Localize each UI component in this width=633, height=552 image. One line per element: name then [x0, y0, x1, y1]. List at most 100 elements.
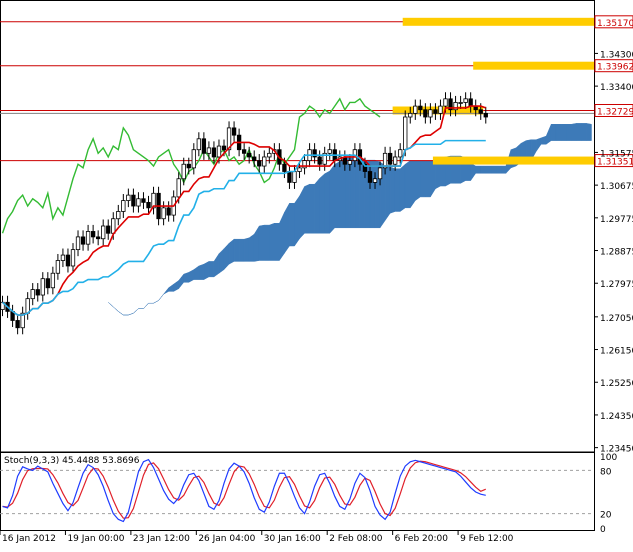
highlight-zone [402, 17, 594, 26]
kumo-segment [238, 238, 245, 262]
candle-body [50, 272, 56, 289]
kumo-segment [349, 157, 356, 229]
kumo-segment [389, 166, 396, 214]
kumo-segment [384, 165, 391, 222]
candle-body [161, 207, 166, 220]
kumo-segment [183, 271, 190, 283]
kumo-segment [490, 165, 497, 174]
price-tick-label: 1.26150 [600, 347, 633, 357]
candle-body [95, 236, 101, 240]
kumo-segment [269, 222, 275, 261]
candle-body [211, 147, 217, 158]
kumo-segment [274, 223, 280, 261]
kumo-segment [113, 306, 119, 312]
kumo-segment [253, 225, 260, 262]
candle-body [413, 105, 418, 114]
time-tick-label: 26 Jan 04:00 [198, 534, 255, 544]
kumo-segment [410, 160, 416, 209]
kumo-segment [304, 183, 310, 234]
kumo-segment [329, 163, 336, 234]
candle-body [141, 198, 146, 203]
kumo-segment [334, 161, 341, 229]
time-tick-label: 2 Feb 08:00 [329, 534, 383, 544]
price-tick-label: 1.27050 [600, 314, 633, 324]
kumo-segment [108, 302, 114, 308]
candle-body [377, 167, 383, 180]
kumo-segment [500, 165, 507, 174]
kumo-segment [279, 212, 285, 262]
kumo-segment [319, 173, 325, 234]
candle-body [80, 236, 86, 245]
time-tick-label: 9 Feb 12:00 [460, 534, 514, 544]
kumo-segment [566, 124, 572, 141]
kumo-segment [178, 273, 184, 290]
candle-body [403, 116, 408, 151]
candle-body [297, 167, 302, 172]
kumo-segment [485, 165, 492, 174]
candle-body [196, 138, 202, 151]
kumo-segment [173, 280, 179, 292]
kumo-segment [309, 183, 315, 234]
candle-body [65, 254, 71, 267]
candle-body [176, 178, 181, 198]
candle-body [111, 218, 116, 234]
kumo-segment [394, 168, 401, 212]
kumo-segment [193, 265, 200, 280]
candle-body [221, 145, 227, 151]
kumo-segment [561, 124, 567, 141]
candle-body [146, 201, 151, 209]
candle-body [252, 156, 257, 162]
kumo-segment [128, 312, 134, 316]
candle-body [247, 152, 252, 158]
candle-body [267, 152, 272, 158]
candle-body [106, 225, 111, 234]
kumo-cloud [108, 123, 592, 316]
time-tick-label: 6 Feb 20:00 [395, 534, 449, 544]
kumo-segment [163, 287, 169, 295]
chart-root: 1.351701.339621.327291.313511.343001.334… [0, 0, 633, 548]
time-tick-label: 19 Jan 00:00 [67, 534, 124, 544]
candle-body [463, 98, 468, 103]
kumo-segment [203, 261, 210, 281]
candle-body [483, 112, 488, 118]
kumo-segment [228, 238, 235, 265]
kumo-segment [581, 123, 587, 141]
kumo-segment [188, 269, 195, 283]
candles [0, 92, 488, 335]
kumo-segment [118, 311, 124, 316]
candle-body [433, 109, 438, 114]
candle-body [166, 207, 171, 216]
candle-body [478, 109, 483, 114]
price-tick-label: 1.25250 [600, 379, 633, 389]
kumo-segment [198, 263, 205, 280]
kumo-segment [430, 160, 436, 198]
kumo-segment [354, 157, 361, 229]
candle-body [287, 171, 292, 183]
kumo-segment [153, 300, 159, 304]
time-tick-label: 16 Jan 2012 [2, 534, 56, 544]
kumo-segment [223, 242, 230, 271]
level-price-label: 1.35170 [597, 19, 633, 29]
kumo-segment [475, 165, 481, 174]
candle-body [136, 198, 141, 207]
kumo-segment [540, 135, 547, 145]
candle-body [257, 160, 262, 167]
candle-body [45, 278, 50, 289]
kumo-segment [344, 157, 351, 229]
kumo-segment [339, 157, 346, 229]
candle-body [367, 171, 373, 183]
level-price-label: 1.32729 [597, 107, 633, 117]
kumo-segment [535, 137, 542, 153]
stoch-tick-label: 80 [600, 467, 612, 477]
level-price-label: 1.33962 [597, 63, 633, 73]
candle-body [443, 98, 448, 107]
candle-body [398, 149, 403, 158]
candle-body [282, 163, 287, 172]
candle-body [181, 163, 186, 180]
candle-body [131, 194, 136, 207]
price-tick-label: 1.33400 [600, 83, 633, 93]
stoch-tick-label: 20 [600, 511, 612, 521]
price-tick-label: 1.34300 [600, 50, 633, 60]
stoch-d-line [2, 460, 486, 519]
price-tick-label: 1.27975 [600, 280, 633, 290]
